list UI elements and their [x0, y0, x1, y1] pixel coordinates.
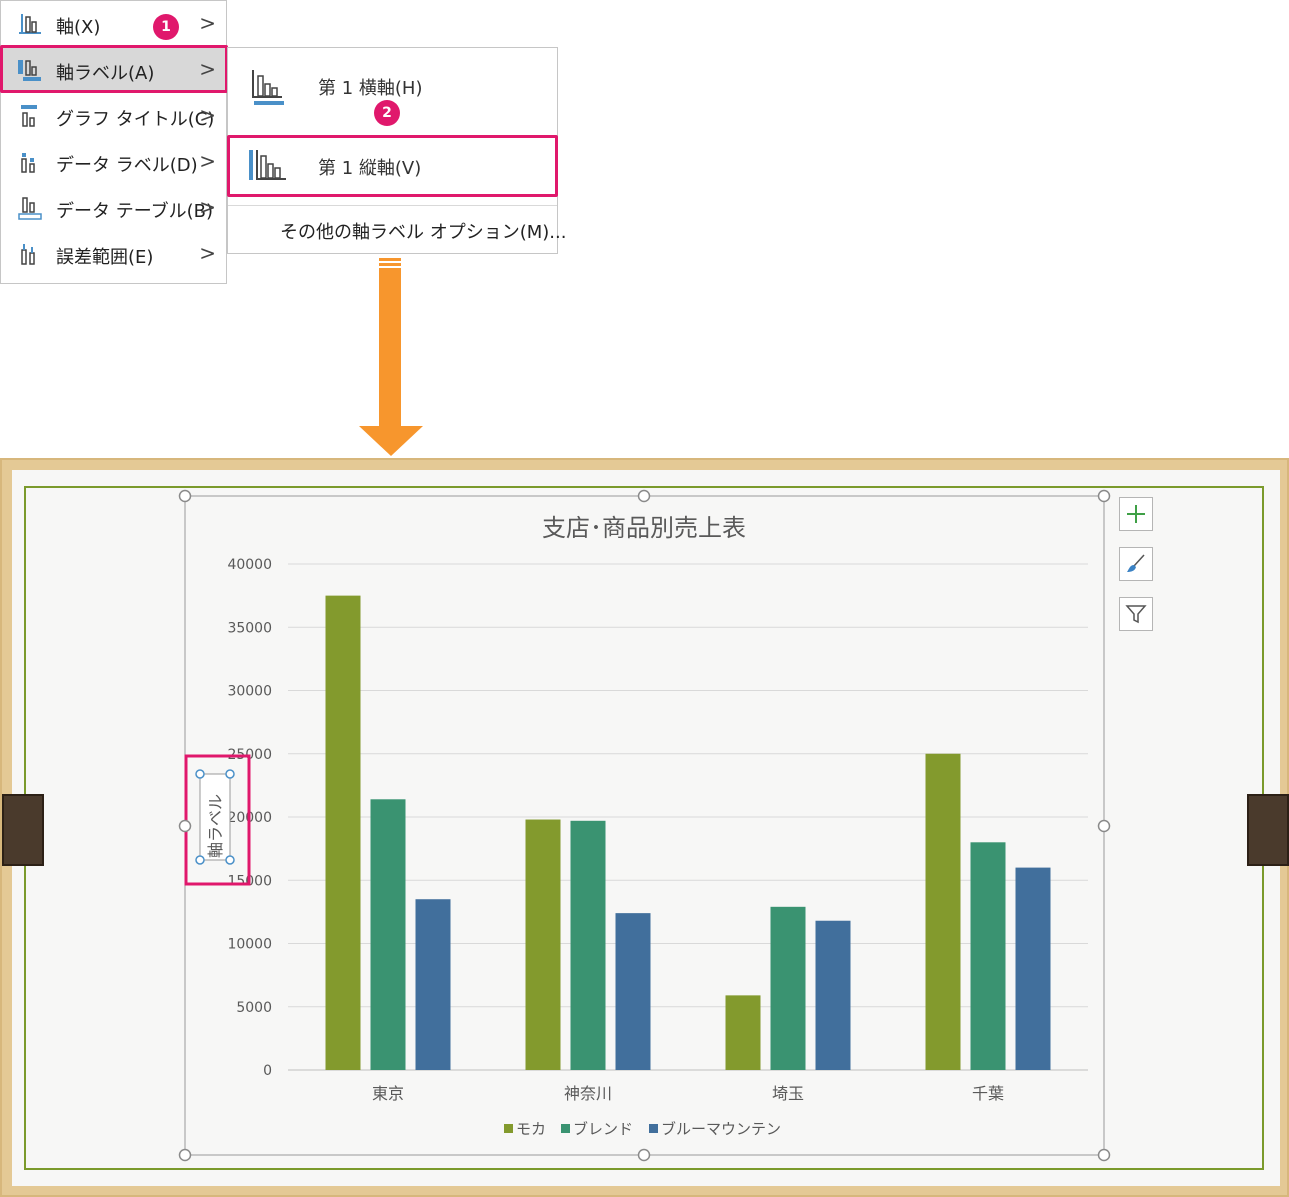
menu-item-data-table[interactable]: データ テーブル(B) > [1, 185, 226, 231]
axis-title-handle [225, 855, 235, 865]
chart-resize-handle [1097, 819, 1111, 833]
chevron-right-icon: > [199, 241, 216, 265]
bar [415, 899, 451, 1070]
legend-swatch [504, 1124, 513, 1133]
error-bars-icon [21, 244, 35, 265]
legend-swatch [561, 1124, 570, 1133]
chart-resize-handle [637, 489, 651, 503]
submenu-divider [228, 205, 557, 206]
chart-resize-handle [178, 489, 192, 503]
y-tick-label: 5000 [236, 1000, 272, 1016]
data-table-icon [18, 197, 42, 220]
chart-filters-icon [1125, 605, 1147, 624]
bar [615, 913, 651, 1070]
chart-title: 支店･商品別売上表 [542, 514, 746, 542]
chart-resize-handle [637, 1148, 651, 1162]
menu-item-error-bars[interactable]: 誤差範囲(E) > [1, 231, 226, 277]
menu-item-label: 誤差範囲(E) [56, 247, 154, 268]
chart-elements-button[interactable] [1119, 497, 1153, 531]
chevron-right-icon: > [199, 195, 216, 219]
chevron-right-icon: > [199, 149, 216, 173]
chart-resize-handle [178, 819, 192, 833]
y-tick-label: 10000 [227, 937, 272, 953]
bar [370, 799, 406, 1070]
bar-chart[interactable]: 0500010000150002000025000300003500040000… [0, 458, 1289, 1197]
chart-styles-button[interactable] [1119, 547, 1153, 581]
bar [570, 820, 606, 1070]
menu-item-axes[interactable]: 軸(X) > [1, 1, 226, 47]
legend-label: モカ [516, 1120, 546, 1138]
bar [925, 753, 961, 1070]
chart-resize-handle [1097, 489, 1111, 503]
legend-label: ブルーマウンテン [661, 1120, 781, 1138]
legend-label: ブレンド [573, 1120, 633, 1138]
menu-item-chart-title[interactable]: グラフ タイトル(C) > [1, 93, 226, 139]
chart-resize-handle [1097, 1148, 1111, 1162]
y-tick-label: 40000 [227, 557, 272, 573]
axes-icon [19, 14, 41, 34]
x-category-label: 千葉 [972, 1084, 1004, 1103]
submenu-item-label: 第 1 横軸(H) [318, 78, 423, 99]
menu-item-label: データ ラベル(D) [56, 155, 198, 176]
bar [525, 819, 561, 1070]
y-tick-label: 0 [263, 1063, 272, 1079]
chevron-right-icon: > [199, 11, 216, 35]
menu-item-label: グラフ タイトル(C) [56, 109, 215, 130]
highlight-primary-vertical [227, 135, 558, 197]
y-axis-title: 軸ラベル [206, 794, 225, 858]
y-tick-label: 30000 [227, 684, 272, 700]
step-badge-2: 2 [374, 100, 400, 126]
menu-item-label: 軸(X) [56, 17, 101, 38]
step-badge-1: 1 [153, 14, 179, 40]
down-arrow-icon [359, 258, 423, 456]
axis-title-handle [195, 855, 205, 865]
chart-filters-button[interactable] [1119, 597, 1153, 631]
chevron-right-icon: > [199, 103, 216, 127]
bar [770, 906, 806, 1070]
y-tick-label: 35000 [227, 620, 272, 636]
menu-item-data-labels[interactable]: データ ラベル(D) > [1, 139, 226, 185]
bar [325, 595, 361, 1070]
bar [815, 920, 851, 1070]
chart-element-menu: 軸(X) > 軸ラベル(A) > グラフ タイトル(C) > データ ラベル(D… [0, 0, 227, 284]
chart-resize-handle [178, 1148, 192, 1162]
axis-title-handle [225, 769, 235, 779]
more-axis-title-options[interactable]: その他の軸ラベル オプション(M)... [280, 218, 566, 244]
primary-horizontal-axis-title-icon [252, 70, 284, 105]
bar [970, 842, 1006, 1070]
x-category-label: 東京 [372, 1084, 404, 1103]
legend-swatch [649, 1124, 658, 1133]
bar [1015, 867, 1051, 1070]
chart-title-icon [21, 105, 37, 127]
chart-styles-brush-icon [1127, 554, 1145, 572]
bar [725, 995, 761, 1070]
axis-title-handle [195, 769, 205, 779]
data-labels-icon [21, 153, 35, 173]
chart-elements-plus-icon [1127, 505, 1145, 523]
highlight-axis-titles [0, 45, 228, 93]
x-category-label: 埼玉 [772, 1084, 804, 1103]
menu-item-label: データ テーブル(B) [56, 201, 214, 222]
x-category-label: 神奈川 [564, 1084, 612, 1103]
